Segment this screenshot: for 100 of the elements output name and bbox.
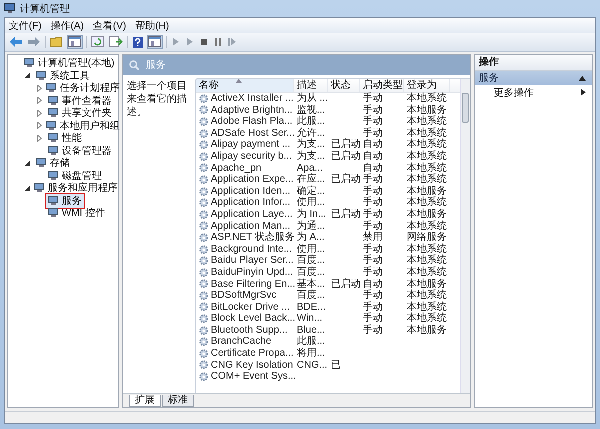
monitor-icon [48, 133, 59, 144]
collapse-arrow-icon[interactable] [24, 72, 31, 80]
table-cell-text: 手动 [362, 104, 384, 116]
sort-arrow-icon [236, 79, 242, 83]
table-cell: Block Level Back... [211, 313, 296, 325]
console-tree-icon[interactable] [68, 36, 82, 48]
gear-icon [199, 174, 209, 185]
table-cell: BaiduPinyin Upd... [211, 266, 294, 278]
resume-icon[interactable] [227, 37, 237, 47]
collapse-arrow-icon[interactable] [24, 184, 31, 192]
table-cell-text: 自动 [362, 139, 384, 151]
expand-arrow-icon[interactable] [36, 110, 43, 117]
table-cell-text: 已启动 [330, 139, 360, 150]
table-cell-text: 已 [330, 360, 342, 372]
description-text: 选择一个项目来查看它的描述。 [127, 81, 187, 118]
table-cell: Alipay payment ... [211, 139, 290, 151]
back-icon[interactable] [9, 36, 23, 48]
column-header[interactable]: 描述 [294, 79, 328, 92]
table-cell: Bluetooth Supp... [211, 324, 288, 336]
collapse-icon[interactable] [579, 76, 586, 80]
monitor-icon [48, 208, 59, 218]
tab[interactable]: 标准 [162, 395, 194, 407]
table-cell-text: 本地系统 [406, 93, 448, 104]
scrollbar[interactable] [460, 79, 470, 393]
table-cell-text: 为 A... [296, 232, 326, 244]
gear-icon [199, 360, 209, 370]
table-cell: ActiveX Installer ... [211, 93, 294, 105]
table-cell: Apache_pn [211, 162, 262, 174]
menu-item[interactable]: 帮助(H) [135, 18, 170, 32]
gear-icon [199, 94, 209, 104]
table-cell-text: 已启动 [330, 278, 360, 290]
tab[interactable]: 扩展 [129, 395, 161, 407]
table-cell-text: 使用... [296, 197, 326, 208]
table-cell: Baidu Player Ser... [211, 255, 294, 267]
table-cell-text: 手动 [362, 290, 384, 302]
submenu-arrow-icon [581, 89, 586, 96]
column-header[interactable]: 状态 [328, 79, 360, 92]
action-item[interactable]: 更多操作 [475, 85, 592, 100]
table-cell-text: Apa... [296, 162, 324, 174]
table-cell-text: 本地系统 [406, 128, 448, 139]
gear-icon [199, 256, 209, 266]
column-header[interactable]: 登录为 [404, 79, 450, 92]
table-cell-text: 本地系统 [406, 116, 448, 128]
gear-icon [199, 302, 209, 312]
expand-arrow-icon[interactable] [36, 84, 43, 92]
table-cell-text: 手动 [362, 313, 384, 324]
menu-item[interactable]: 查看(V) [93, 18, 126, 32]
expand-arrow-icon[interactable] [36, 122, 43, 130]
expand-arrow-icon[interactable] [36, 134, 43, 142]
table-cell: BranchCache [211, 336, 272, 348]
table-cell-text: 手动 [362, 128, 384, 139]
table-cell-text: 此服... [296, 336, 326, 348]
table-cell-text: BDE... [296, 302, 327, 314]
search-icon [129, 60, 140, 70]
refresh-icon[interactable] [91, 36, 105, 48]
table-cell: Alipay security b... [211, 150, 292, 163]
export-icon[interactable] [109, 36, 123, 48]
table-cell: Application Infor... [211, 197, 290, 209]
folder-icon[interactable] [50, 36, 64, 48]
gear-icon [199, 348, 209, 359]
table-cell-text: 本地服务 [406, 324, 448, 336]
gear-icon [199, 128, 209, 139]
menu-item[interactable]: 操作(A) [50, 18, 84, 32]
monitor-icon [46, 120, 57, 131]
gear-icon [199, 337, 209, 348]
table-cell-text: 为通... [296, 220, 326, 232]
collapse-arrow-icon[interactable] [24, 160, 31, 167]
table-cell-text: 手动 [362, 244, 384, 255]
console-tree-icon[interactable] [148, 36, 162, 48]
table-cell-text: 手动 [362, 302, 384, 313]
forward-icon[interactable] [27, 36, 41, 48]
table-cell-text: 本地服务 [406, 104, 448, 116]
tree-item[interactable]: 服务 [45, 192, 85, 209]
table-cell-text: Application Man... [211, 220, 290, 232]
gear-icon [199, 221, 209, 232]
pause-icon[interactable] [213, 37, 223, 47]
table-cell-text: 本地系统 [406, 174, 448, 186]
expand-arrow-icon[interactable] [36, 97, 43, 104]
menu-item[interactable]: 文件(F) [9, 18, 42, 32]
monitor-icon [36, 70, 47, 81]
gear-icon [199, 152, 209, 162]
column-header[interactable]: 启动类型 [360, 79, 404, 92]
table-cell-text: 禁用 [362, 232, 384, 244]
table-cell-text: 基本... [296, 278, 326, 290]
column-header[interactable]: 名称 [196, 79, 294, 92]
actions-section[interactable]: 服务 [475, 71, 592, 85]
help-icon[interactable] [132, 36, 144, 48]
gear-icon [199, 232, 209, 243]
table-cell: COM+ Event Sys... [211, 371, 296, 383]
table-cell-text: 监视... [296, 104, 326, 116]
gear-icon [199, 326, 209, 336]
stop-icon[interactable] [199, 37, 209, 47]
table-cell-text: 本地系统 [406, 266, 448, 278]
table-cell-text: 将用... [296, 348, 326, 360]
panel-title: 服务 [146, 59, 166, 72]
table-cell-text: 本地服务 [406, 208, 448, 220]
table-cell-text: 手动 [362, 266, 384, 278]
table-cell-text: 本地系统 [406, 313, 448, 324]
table-cell-text: 手动 [362, 197, 384, 208]
table-cell-text: 本地服务 [406, 186, 448, 197]
